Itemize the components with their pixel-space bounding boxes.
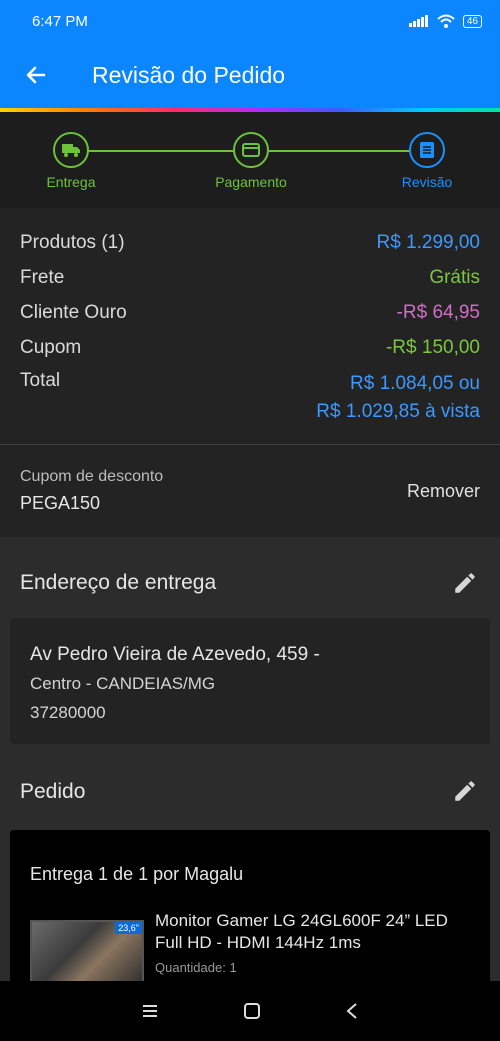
document-icon xyxy=(420,142,434,158)
truck-icon xyxy=(62,144,80,157)
coupon-value: -R$ 150,00 xyxy=(385,337,480,358)
total-label: Total xyxy=(20,370,61,391)
pencil-icon xyxy=(455,781,475,801)
coupon-label: Cupom xyxy=(20,337,82,358)
card-icon xyxy=(242,143,260,157)
product-thumbnail[interactable]: 23,6" xyxy=(30,920,144,981)
delivery-title: Entrega 1 de 1 por Magalu xyxy=(30,864,244,884)
order-title: Pedido xyxy=(20,780,86,803)
address-zip: 37280000 xyxy=(30,703,106,722)
order-summary: Produtos (1) R$ 1.299,00 Frete Grátis Cl… xyxy=(0,208,500,444)
status-icons: 46 xyxy=(408,14,482,28)
summary-row-gold: Cliente Ouro -R$ 64,95 xyxy=(20,302,480,326)
gold-value: -R$ 64,95 xyxy=(396,302,480,323)
address-city: Centro - CANDEIAS/MG xyxy=(30,674,216,693)
address-card: Av Pedro Vieira de Azevedo, 459 - Centro… xyxy=(10,618,490,744)
step-pagamento[interactable]: Pagamento xyxy=(196,132,306,190)
coupon-section-label: Cupom de desconto xyxy=(20,468,164,485)
pencil-icon xyxy=(455,573,475,593)
status-time: 6:47 PM xyxy=(32,12,88,30)
total-value-line1: R$ 1.084,05 ou xyxy=(350,373,480,394)
step-circle xyxy=(53,132,89,168)
address-title: Endereço de entrega xyxy=(20,571,217,594)
step-revisao[interactable]: Revisão xyxy=(372,132,482,190)
coupon-section: Cupom de desconto PEGA150 Remover xyxy=(0,445,500,537)
signal-icon xyxy=(408,15,428,27)
step-circle xyxy=(233,132,269,168)
gold-label: Cliente Ouro xyxy=(20,302,127,323)
wifi-icon xyxy=(437,14,455,28)
step-label: Revisão xyxy=(401,174,453,190)
product-quantity: Quantidade: 1 xyxy=(155,960,237,975)
battery-icon: 46 xyxy=(462,14,482,28)
step-circle xyxy=(409,132,445,168)
edit-address-button[interactable] xyxy=(452,570,478,596)
products-value: R$ 1.299,00 xyxy=(376,232,480,253)
summary-row-shipping: Frete Grátis xyxy=(20,267,480,291)
back-button[interactable] xyxy=(0,42,72,108)
products-label: Produtos (1) xyxy=(20,232,125,253)
coupon-code: PEGA150 xyxy=(20,493,101,513)
back-nav-icon[interactable] xyxy=(345,1002,359,1020)
summary-row-coupon: Cupom -R$ 150,00 xyxy=(20,337,480,361)
total-value: R$ 1.084,05 ou R$ 1.029,85 à vista xyxy=(316,370,480,430)
shipping-label: Frete xyxy=(20,267,65,288)
step-label: Pagamento xyxy=(215,174,287,190)
remove-coupon-button[interactable]: Remover xyxy=(407,481,480,502)
address-street: Av Pedro Vieira de Azevedo, 459 - xyxy=(30,644,320,665)
page-title: Revisão do Pedido xyxy=(92,61,286,88)
checkout-stepper: Entrega Pagamento Revisão xyxy=(0,112,500,208)
order-card: Entrega 1 de 1 por Magalu 23,6" Monitor … xyxy=(10,830,490,981)
step-label: Entrega xyxy=(46,174,96,190)
home-icon[interactable] xyxy=(243,1002,261,1020)
system-nav-bar xyxy=(0,981,500,1041)
menu-icon[interactable] xyxy=(141,1003,159,1019)
status-bar: 6:47 PM 46 xyxy=(0,0,500,42)
size-badge: 23,6" xyxy=(115,922,142,934)
summary-row-total: Total R$ 1.084,05 ou R$ 1.029,85 à vista xyxy=(20,370,480,430)
step-entrega[interactable]: Entrega xyxy=(16,132,126,190)
total-value-line2: R$ 1.029,85 à vista xyxy=(316,401,480,422)
shipping-value: Grátis xyxy=(429,267,480,288)
summary-row-products: Produtos (1) R$ 1.299,00 xyxy=(20,232,480,256)
product-name[interactable]: Monitor Gamer LG 24GL600F 24” LED Full H… xyxy=(155,910,475,954)
back-arrow-icon xyxy=(26,66,46,84)
edit-order-button[interactable] xyxy=(452,778,478,804)
app-bar: Revisão do Pedido xyxy=(0,42,500,108)
